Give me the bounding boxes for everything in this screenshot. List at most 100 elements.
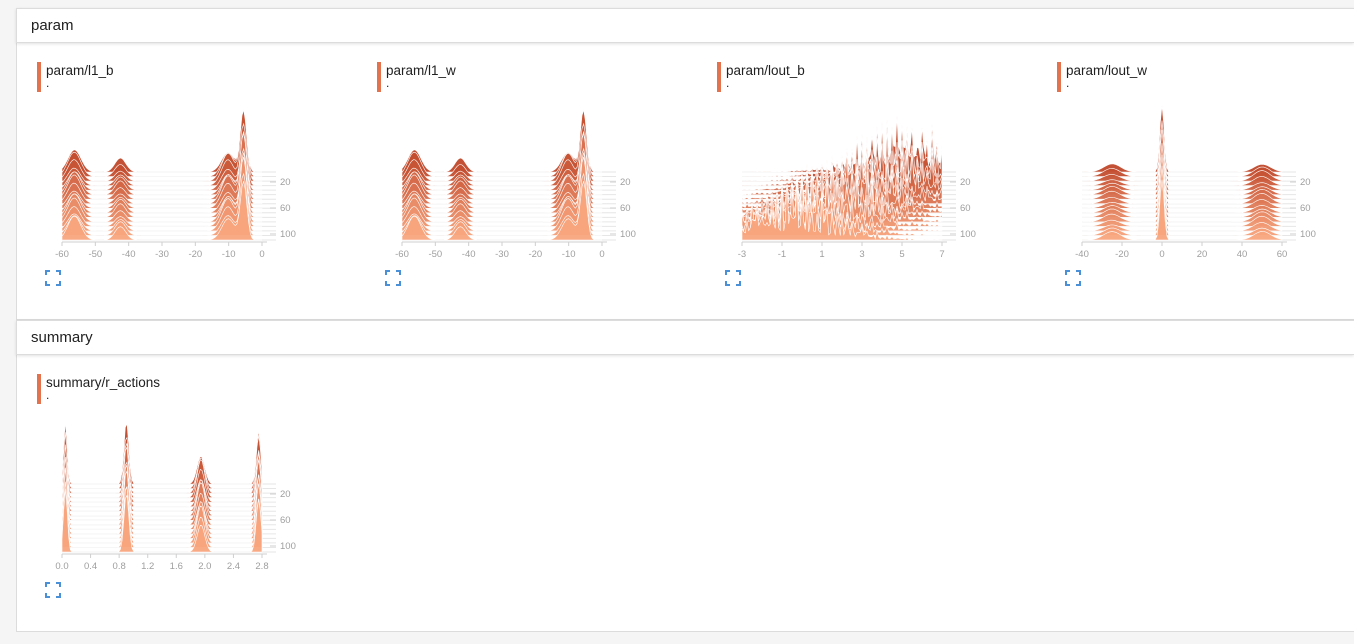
expand-icon[interactable] (45, 582, 61, 598)
svg-text:-20: -20 (1115, 249, 1129, 260)
svg-text:-50: -50 (428, 249, 442, 260)
y-tick-label: 60 (280, 203, 291, 214)
y-tick-label: 60 (620, 203, 631, 214)
svg-text:-30: -30 (495, 249, 509, 260)
histogram-card: param/l1_w . -60 -50 -40 -30 -20 -10 0 20 60 100 (377, 62, 677, 302)
card-accent-bar (37, 62, 41, 92)
y-tick-label: 20 (960, 177, 971, 188)
expand-icon[interactable] (1065, 270, 1081, 286)
histogram-chart: 0.0 0.4 0.8 1.2 1.6 2.0 2.4 2.8 20 60 100 (55, 422, 296, 572)
svg-text:-10: -10 (222, 249, 236, 260)
x-tick-label: -40 (1075, 242, 1089, 260)
card-accent-bar (717, 62, 721, 92)
y-tick-label: 100 (620, 229, 636, 240)
svg-text:2.0: 2.0 (198, 561, 211, 572)
card-accent-bar (37, 374, 41, 404)
x-tick-label: -40 (122, 242, 136, 260)
histogram-card: param/lout_w . -40 -20 0 20 40 60 20 60 100 (1057, 62, 1354, 302)
svg-text:-20: -20 (528, 249, 542, 260)
x-tick-label: 0 (599, 242, 605, 260)
x-tick-label: -60 (395, 242, 409, 260)
svg-text:20: 20 (1197, 249, 1208, 260)
svg-text:1: 1 (819, 249, 824, 260)
svg-text:1.2: 1.2 (141, 561, 154, 572)
x-tick-label: 5 (899, 242, 905, 260)
x-tick-label: 2.0 (198, 554, 211, 572)
x-tick-label: 1.6 (170, 554, 183, 572)
x-tick-label: -50 (88, 242, 102, 260)
svg-text:2.4: 2.4 (227, 561, 240, 572)
x-tick-label: 0.4 (84, 554, 97, 572)
card-title: param/l1_w (386, 63, 456, 78)
svg-text:-3: -3 (738, 249, 746, 260)
card-title: param/l1_b (46, 63, 114, 78)
y-tick-label: 100 (960, 229, 976, 240)
svg-text:5: 5 (899, 249, 904, 260)
x-tick-label: -30 (495, 242, 509, 260)
x-tick-label: -20 (528, 242, 542, 260)
y-tick-label: 20 (620, 177, 631, 188)
svg-text:-50: -50 (88, 249, 102, 260)
expand-icon[interactable] (45, 270, 61, 286)
y-tick-label: 60 (1300, 203, 1311, 214)
histogram-chart: -40 -20 0 20 40 60 20 60 100 (1075, 105, 1316, 260)
x-tick-label: 1 (819, 242, 825, 260)
svg-text:0: 0 (259, 249, 264, 260)
x-tick-label: -10 (222, 242, 236, 260)
svg-text:-40: -40 (462, 249, 476, 260)
x-tick-label: 7 (939, 242, 945, 260)
svg-text:-40: -40 (1075, 249, 1089, 260)
expand-icon[interactable] (385, 270, 401, 286)
svg-text:0: 0 (599, 249, 604, 260)
card-title: param/lout_b (726, 63, 805, 78)
x-tick-label: 1.2 (141, 554, 154, 572)
svg-text:0.0: 0.0 (55, 561, 68, 572)
svg-text:0.4: 0.4 (84, 561, 97, 572)
x-tick-label: 0 (1159, 242, 1165, 260)
card-subtitle: . (46, 388, 50, 402)
x-tick-label: -1 (778, 242, 786, 260)
svg-text:-1: -1 (778, 249, 786, 260)
svg-text:40: 40 (1237, 249, 1248, 260)
x-tick-label: 2.4 (227, 554, 240, 572)
x-tick-label: 0 (259, 242, 265, 260)
x-tick-label: 60 (1277, 242, 1288, 260)
svg-text:60: 60 (1277, 249, 1288, 260)
svg-text:-30: -30 (155, 249, 169, 260)
x-tick-label: -50 (428, 242, 442, 260)
section-title: summary (31, 329, 93, 346)
y-tick-label: 100 (280, 229, 296, 240)
x-tick-label: 3 (859, 242, 865, 260)
svg-text:0: 0 (1159, 249, 1164, 260)
x-tick-label: -3 (738, 242, 746, 260)
y-tick-label: 20 (280, 177, 291, 188)
x-tick-label: -20 (188, 242, 202, 260)
x-tick-label: -40 (462, 242, 476, 260)
svg-text:7: 7 (939, 249, 944, 260)
x-tick-label: -30 (155, 242, 169, 260)
section-header-param[interactable]: param (16, 8, 1354, 43)
x-tick-label: 2.8 (255, 554, 269, 572)
card-subtitle: . (1066, 76, 1070, 90)
svg-text:-60: -60 (395, 249, 409, 260)
x-tick-label: -20 (1115, 242, 1129, 260)
card-accent-bar (377, 62, 381, 92)
section-title: param (31, 17, 74, 34)
histogram-chart: -60 -50 -40 -30 -20 -10 0 20 60 100 (55, 109, 296, 260)
expand-icon[interactable] (725, 270, 741, 286)
section-header-summary[interactable]: summary (16, 320, 1354, 355)
y-tick-label: 100 (1300, 229, 1316, 240)
x-tick-label: 40 (1237, 242, 1248, 260)
svg-text:3: 3 (859, 249, 864, 260)
x-tick-label: 0.0 (55, 554, 69, 572)
card-subtitle: . (726, 76, 730, 90)
y-tick-label: 60 (960, 203, 971, 214)
x-tick-label: -60 (55, 242, 69, 260)
svg-text:0.8: 0.8 (113, 561, 126, 572)
svg-text:1.6: 1.6 (170, 561, 183, 572)
y-tick-label: 60 (280, 515, 291, 526)
histogram-chart: -3 -1 1 3 5 7 20 60 100 (738, 115, 976, 260)
x-tick-label: 20 (1197, 242, 1208, 260)
svg-text:-10: -10 (562, 249, 576, 260)
card-subtitle: . (46, 76, 50, 90)
